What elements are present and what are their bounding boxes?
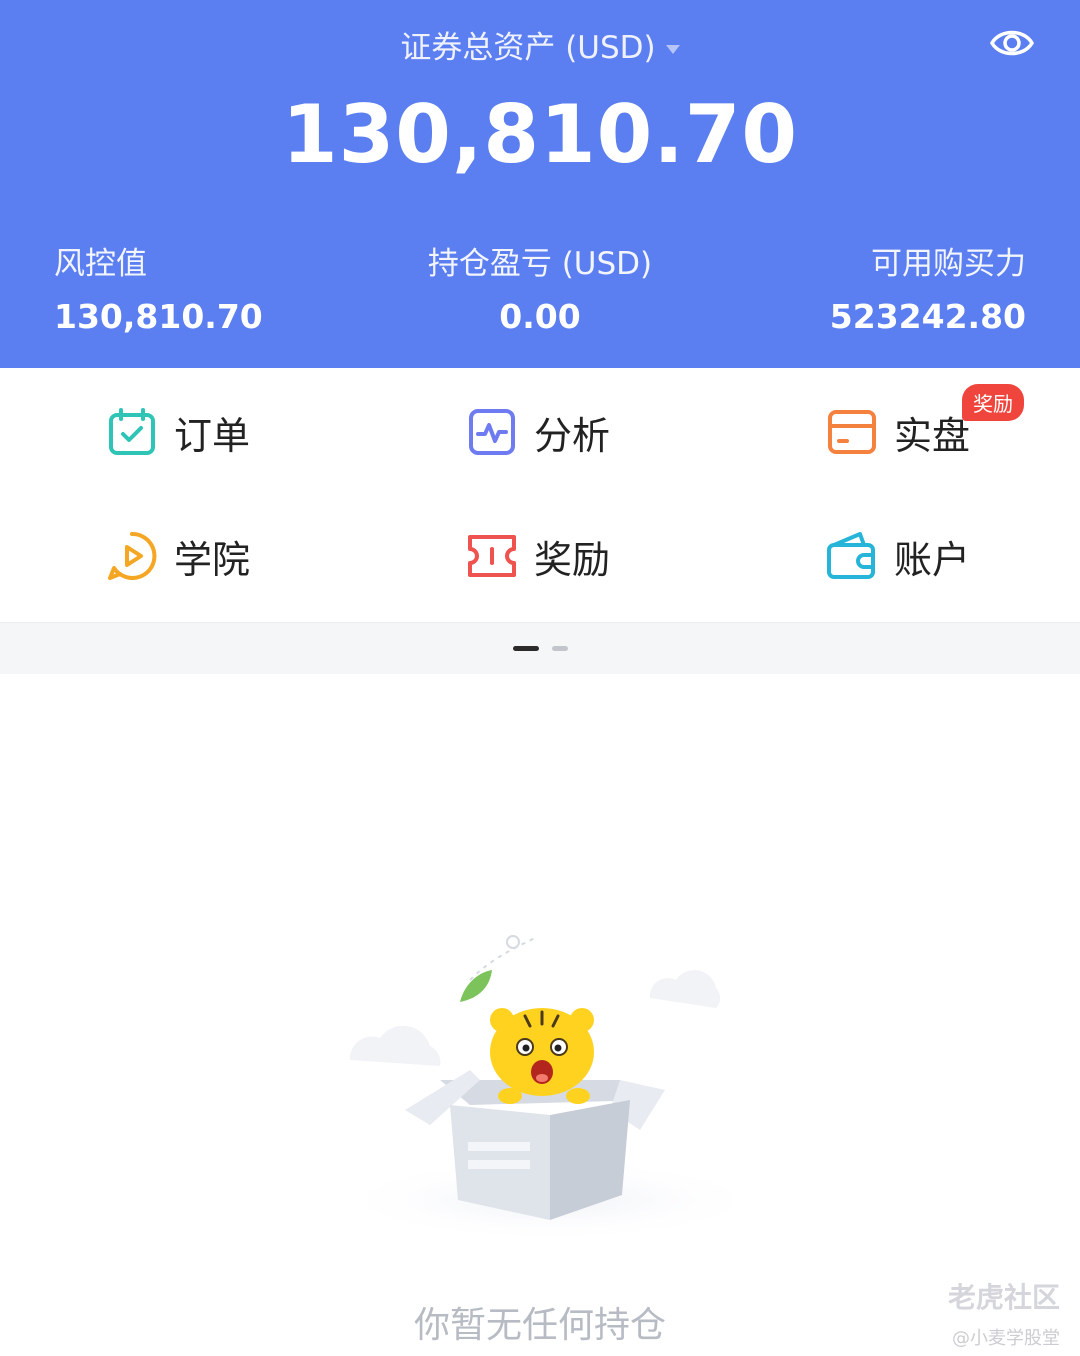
stat-label: 持仓盈亏 (USD): [427, 246, 653, 282]
stat-risk-value: 风控值 130,810.70: [54, 238, 263, 336]
grid-item-label: 实盘: [894, 413, 971, 458]
ticket-icon: [466, 530, 518, 582]
calendar-check-icon: [106, 406, 158, 458]
reward-badge: 奖励: [962, 384, 1024, 421]
play-circle-icon: [106, 530, 158, 582]
caret-down-icon: [665, 45, 680, 54]
page-dot[interactable]: [552, 646, 568, 651]
wallet-icon: [826, 530, 878, 582]
grid-item-analysis[interactable]: 分析: [466, 392, 610, 472]
stat-value: 523242.80: [829, 297, 1026, 336]
grid-item-label: 学院: [174, 537, 251, 582]
empty-state-text: 你暂无任何持仓: [413, 1305, 666, 1346]
watermark: 老虎社区 @小麦学股堂: [948, 1276, 1060, 1350]
grid-item-academy[interactable]: 学院: [106, 516, 250, 596]
page-indicator: [0, 622, 1080, 674]
grid-item-label: 分析: [534, 413, 611, 458]
function-grid: 订单 分析 实盘 学院 奖励 账户: [0, 368, 1080, 622]
grid-item-label: 订单: [174, 413, 251, 458]
grid-item-rewards[interactable]: 奖励: [466, 516, 610, 596]
stat-buying-power: 可用购买力 523242.80: [830, 238, 1026, 336]
watermark-sub: @小麦学股堂: [952, 1328, 1060, 1349]
grid-item-label: 账户: [894, 537, 971, 582]
total-assets-value: 130,810.70: [281, 88, 799, 181]
stat-position-pnl: 持仓盈亏 (USD) 0.00: [340, 238, 740, 336]
card-icon: [826, 406, 878, 458]
account-selector[interactable]: 证券总资产 (USD): [0, 22, 1080, 67]
account-title: 证券总资产 (USD): [400, 30, 656, 66]
eye-icon[interactable]: [989, 24, 1035, 62]
grid-item-live-trading[interactable]: 实盘: [826, 392, 970, 472]
stat-value: 130,810.70: [54, 297, 263, 336]
stat-value: 0.00: [499, 297, 581, 336]
watermark-main: 老虎社区: [947, 1281, 1060, 1314]
grid-item-orders[interactable]: 订单: [106, 392, 250, 472]
grid-item-label: 奖励: [534, 537, 611, 582]
stat-label: 可用购买力: [871, 246, 1026, 282]
grid-item-account[interactable]: 账户: [826, 516, 970, 596]
assets-header: 证券总资产 (USD) 130,810.70 风控值 130,810.70 持仓…: [0, 0, 1080, 368]
empty-box-illustration: [320, 920, 780, 1250]
stat-label: 风控值: [54, 246, 147, 282]
page-dot-active[interactable]: [513, 646, 539, 651]
pulse-chart-icon: [466, 406, 518, 458]
